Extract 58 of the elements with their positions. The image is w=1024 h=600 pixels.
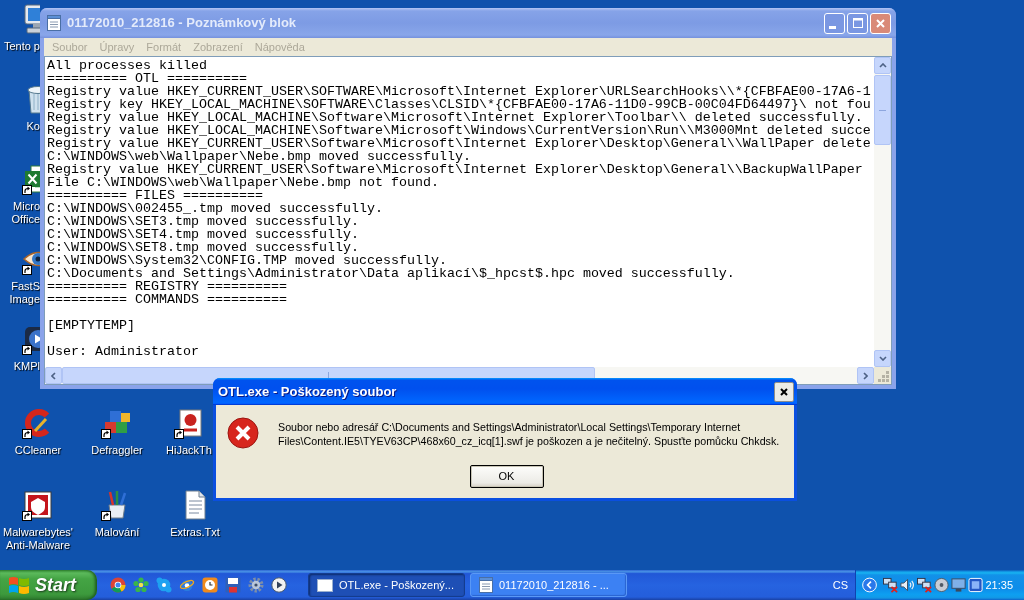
maximize-button[interactable] xyxy=(847,12,868,34)
minimize-icon xyxy=(829,25,836,29)
logo-tile-icon[interactable] xyxy=(22,489,54,521)
scroll-right-button[interactable] xyxy=(857,367,874,384)
speaker-icon[interactable] xyxy=(900,577,916,593)
icon-label[interactable]: Extras.Txt xyxy=(170,526,220,539)
square-app-icon[interactable] xyxy=(968,577,984,593)
maximize-icon xyxy=(852,18,863,28)
icon-label[interactable]: Malování xyxy=(94,526,140,539)
icon-label[interactable]: HiJackTh xyxy=(166,444,213,457)
chevron-down-icon xyxy=(878,356,887,361)
icon-label[interactable]: CCleaner xyxy=(14,444,62,457)
error-icon xyxy=(227,417,259,449)
close-icon xyxy=(876,18,885,28)
icon-label[interactable]: Malwarebytes' Anti-Malware xyxy=(0,526,76,552)
disc-icon[interactable] xyxy=(934,577,950,593)
window-icon xyxy=(317,578,333,592)
icon-label[interactable]: Micro Office xyxy=(0,200,40,226)
network-error-icon[interactable] xyxy=(917,577,933,593)
vertical-scrollbar[interactable] xyxy=(874,57,891,367)
notepad-icon xyxy=(479,577,493,593)
scroll-up-button[interactable] xyxy=(874,57,891,74)
chevron-up-icon xyxy=(878,63,887,68)
dialog-title: OTL.exe - Poškozený soubor xyxy=(218,382,398,401)
dialog-button[interactable]: OK xyxy=(469,465,544,488)
resize-grip-icon[interactable] xyxy=(878,371,889,382)
scroll-thumb[interactable] xyxy=(874,75,891,145)
icon-label[interactable]: KMPl xyxy=(13,360,40,373)
cloud-icon[interactable] xyxy=(156,577,172,593)
scroll-down-button[interactable] xyxy=(874,350,891,367)
icon-label[interactable]: Ko xyxy=(26,120,40,133)
taskbar-button[interactable]: OTL.exe - Poškozený... xyxy=(308,573,465,597)
icon-label[interactable]: Tento p xyxy=(3,40,40,53)
scroll-left-button[interactable] xyxy=(45,367,62,384)
round-logo-icon[interactable] xyxy=(110,577,126,593)
close-icon xyxy=(780,387,788,396)
floppy-icon[interactable] xyxy=(225,577,241,593)
error-message: Soubor nebo adresář C:\Documents and Settings\Administrator\Local Settings\Temporary Internet Files\Content.IE5\TYEV63CP\468x60_cz_icq[1].swf je poškozen a je nečitelný. Spusťte pomůcku Chkdsk. xyxy=(278,420,781,448)
minimize-button[interactable] xyxy=(824,12,845,34)
icon-label[interactable]: Defraggler xyxy=(91,444,143,457)
chevron-icon[interactable] xyxy=(862,577,878,593)
flag-icon xyxy=(8,575,30,595)
gear-icon[interactable] xyxy=(248,577,264,593)
chevron-right-icon xyxy=(863,371,868,380)
clock-icon[interactable] xyxy=(202,577,218,593)
window-title: 01172010_212816 - Poznámkový blok xyxy=(67,14,298,33)
play-circle-icon[interactable] xyxy=(271,577,287,593)
taskbar-button[interactable]: 01172010_212816 - ... xyxy=(470,573,627,597)
icon-label[interactable]: FastS Image xyxy=(0,280,40,306)
language-indicator[interactable]: CS xyxy=(832,576,848,594)
chevron-left-icon xyxy=(51,371,56,380)
notepad-icon xyxy=(47,15,61,31)
flower-icon[interactable] xyxy=(133,577,149,593)
globe-ring-icon[interactable] xyxy=(179,577,195,593)
monitor-icon[interactable] xyxy=(951,577,967,593)
close-button[interactable] xyxy=(774,381,794,402)
network-error-icon[interactable] xyxy=(883,577,899,593)
clock: 21:35 xyxy=(985,577,1013,593)
